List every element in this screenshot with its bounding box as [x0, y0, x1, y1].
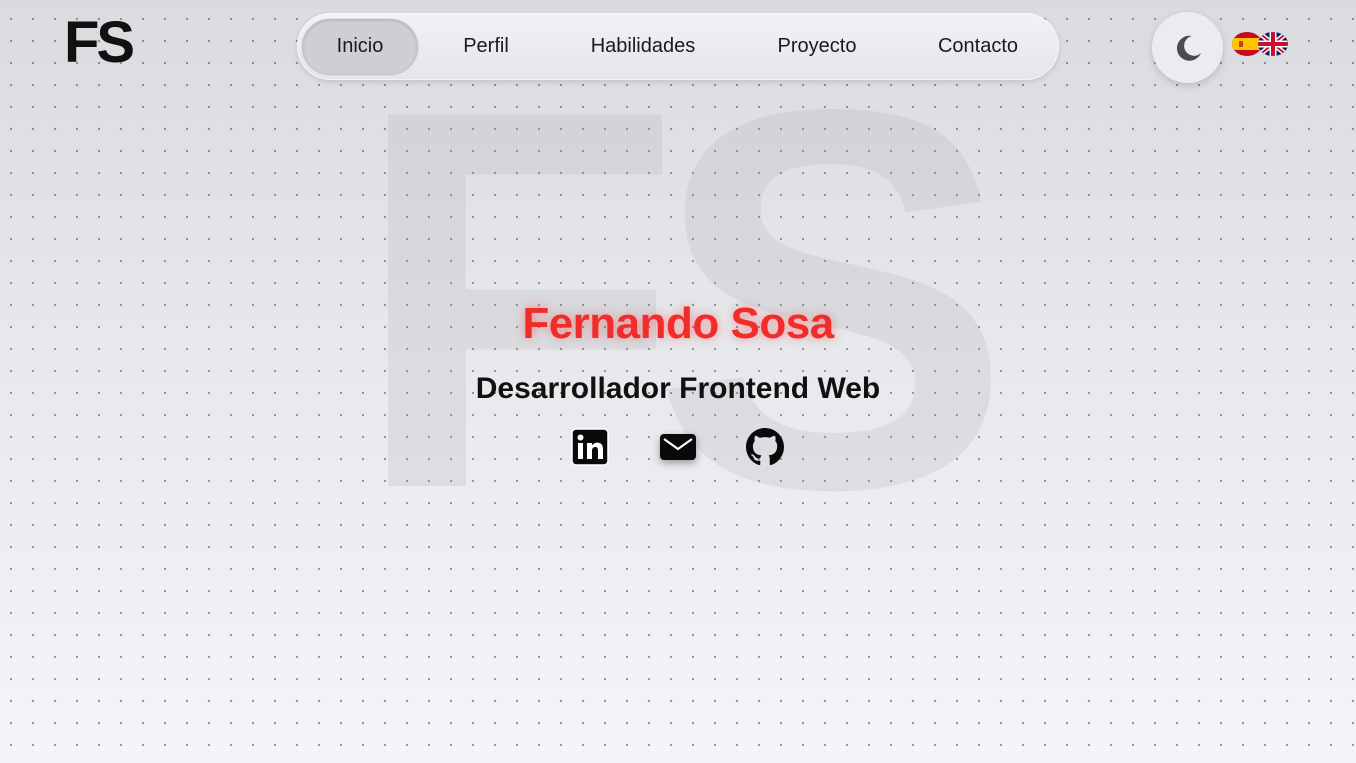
moon-icon: [1176, 35, 1201, 61]
github-icon: [746, 428, 784, 466]
linkedin-link[interactable]: [570, 427, 610, 467]
theme-toggle-button[interactable]: [1152, 12, 1223, 83]
email-link[interactable]: [658, 427, 698, 467]
language-switcher: [1232, 32, 1288, 56]
hero-role: Desarrollador Frontend Web: [475, 372, 881, 405]
nav-item-inicio[interactable]: Inicio: [302, 18, 418, 75]
nav-item-perfil[interactable]: Perfil: [418, 19, 554, 75]
linkedin-icon: [571, 428, 609, 466]
hero-name: Fernando Sosa: [522, 299, 834, 348]
nav-item-habilidades[interactable]: Habilidades: [554, 19, 732, 75]
main-nav: Inicio Perfil Habilidades Proyecto Conta…: [297, 13, 1059, 80]
social-links: [570, 427, 786, 467]
nav-item-contacto[interactable]: Contacto: [902, 19, 1054, 75]
email-icon: [660, 434, 696, 460]
uk-flag-icon[interactable]: [1258, 32, 1288, 56]
nav-item-proyecto[interactable]: Proyecto: [732, 19, 902, 75]
github-link[interactable]: [745, 427, 785, 467]
site-logo[interactable]: FS: [64, 14, 135, 72]
